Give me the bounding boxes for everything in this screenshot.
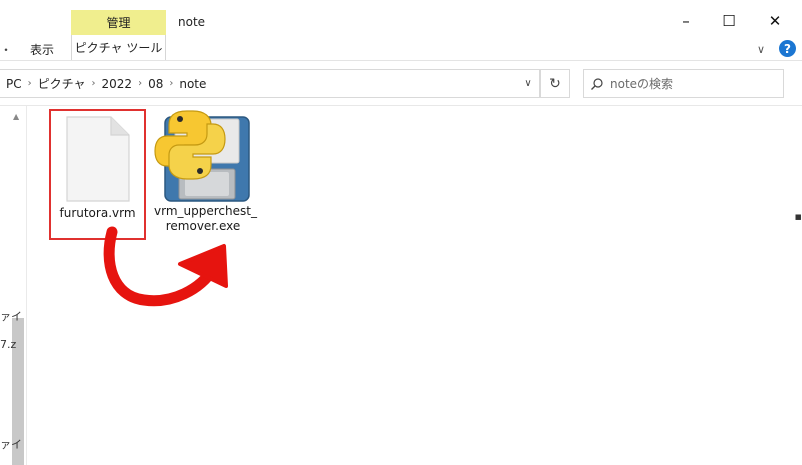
address-row: PC › ピクチャ › 2022 › 08 › note ∨ ↻ xyxy=(0,61,802,106)
search-box[interactable] xyxy=(583,69,784,98)
tab-manage-context: 管理 xyxy=(71,10,166,35)
nav-item-fragment[interactable]: ァイ xyxy=(0,436,22,452)
tab-picture-tools[interactable]: ピクチャ ツール xyxy=(71,35,166,60)
chevron-right-icon[interactable]: › xyxy=(136,78,144,89)
chevron-right-icon[interactable]: › xyxy=(90,78,98,89)
file-list-view[interactable]: furutora.vrm vrm_upperchest_ remover.exe xyxy=(28,106,802,465)
ribbon-collapse-chevron-icon[interactable]: ∨ xyxy=(757,43,765,56)
breadcrumb-pictures[interactable]: ピクチャ xyxy=(34,75,90,92)
nav-item-fragment[interactable]: 7.z xyxy=(0,338,16,351)
breadcrumb-2022[interactable]: 2022 xyxy=(98,77,137,91)
breadcrumb-note[interactable]: note xyxy=(175,77,210,91)
maximize-button[interactable]: ☐ xyxy=(706,6,752,36)
scroll-up-arrow-icon[interactable]: ▲ xyxy=(13,112,19,121)
breadcrumb: PC › ピクチャ › 2022 › 08 › note xyxy=(0,75,210,92)
chevron-right-icon[interactable]: › xyxy=(26,78,34,89)
address-bar[interactable]: PC › ピクチャ › 2022 › 08 › note ∨ xyxy=(0,69,540,98)
address-history-dropdown[interactable]: ∨ xyxy=(518,70,538,97)
file-name: furutora.vrm xyxy=(59,206,136,220)
minimize-button[interactable]: – xyxy=(663,6,709,36)
close-button[interactable]: ✕ xyxy=(752,6,798,36)
chevron-right-icon[interactable]: › xyxy=(167,78,175,89)
close-icon: ✕ xyxy=(768,12,782,30)
file-item-vrm-upperchest-remover-exe[interactable]: vrm_upperchest_ remover.exe xyxy=(152,109,257,240)
maximize-icon: ☐ xyxy=(722,12,736,30)
curved-arrow-annotation-icon xyxy=(103,226,228,307)
blank-document-icon xyxy=(51,111,144,206)
help-icon[interactable]: ? xyxy=(779,40,796,57)
right-edge-fragment: ▪ xyxy=(794,210,802,223)
minimize-icon: – xyxy=(682,12,690,30)
tab-view[interactable]: 表示 xyxy=(30,41,54,58)
breadcrumb-pc[interactable]: PC xyxy=(2,77,26,91)
search-input[interactable] xyxy=(610,76,770,91)
refresh-button[interactable]: ↻ xyxy=(540,69,570,98)
file-item-furutora-vrm[interactable]: furutora.vrm xyxy=(49,109,146,240)
file-name-line-1: vrm_upperchest_ xyxy=(154,204,257,218)
refresh-icon: ↻ xyxy=(549,75,561,92)
breadcrumb-08[interactable]: 08 xyxy=(144,77,167,91)
python-floppy-icon xyxy=(152,109,254,204)
search-icon xyxy=(584,77,610,91)
ribbon-tab-fragment[interactable]: ・ xyxy=(0,41,12,58)
title-bar: ・ 表示 管理 ピクチャ ツール note – ☐ ✕ ∨ ? xyxy=(0,0,802,60)
nav-item-fragment[interactable]: ァイ xyxy=(0,308,22,324)
window-title: note xyxy=(178,15,206,29)
